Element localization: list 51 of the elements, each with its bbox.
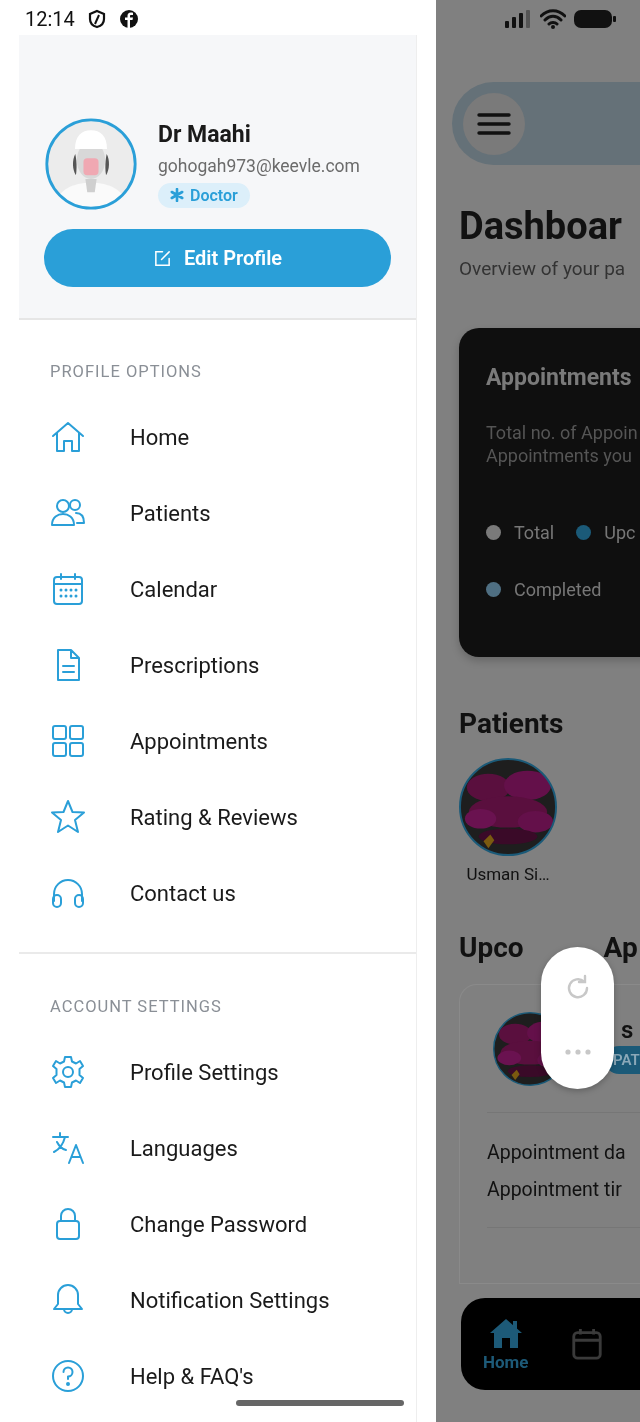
signal-icon	[504, 10, 532, 28]
card-description: Appointments you	[486, 444, 633, 467]
legend-label: Total	[514, 521, 555, 544]
appointment-detail: Appointment tir	[487, 1178, 623, 1201]
menu-item[interactable]: Help & FAQ's	[50, 1338, 416, 1414]
page-title: Dashboar	[459, 203, 622, 249]
user-name: Dr Maahi	[158, 120, 251, 149]
menu-item[interactable]: Notification Settings	[50, 1262, 416, 1338]
menu-item[interactable]: Prescriptions	[50, 627, 416, 703]
grid-icon	[50, 723, 86, 759]
menu-item[interactable]: Profile Settings	[50, 1034, 416, 1110]
menu-item[interactable]: Home	[50, 399, 416, 475]
calendar-icon	[50, 571, 86, 607]
user-email: gohogah973@keevle.com	[158, 154, 360, 177]
menu-item[interactable]: Appointments	[50, 703, 416, 779]
status-time: 12:14	[25, 6, 75, 32]
translate-icon	[50, 1130, 86, 1166]
battery-icon	[574, 9, 616, 29]
menu-item[interactable]: Patients	[50, 475, 416, 551]
asterisk-icon	[170, 188, 184, 202]
gear-icon	[50, 1054, 86, 1090]
patient-name: s	[621, 1016, 634, 1044]
menu-item[interactable]: Calendar	[50, 551, 416, 627]
shield-icon	[86, 9, 107, 29]
section-heading: Upco	[459, 931, 524, 964]
role-tag: Doctor	[158, 182, 250, 208]
menu-item[interactable]: Languages	[50, 1110, 416, 1186]
menu-item[interactable]: Rating & Reviews	[50, 779, 416, 855]
facebook-icon	[118, 9, 139, 29]
menu-icon	[477, 111, 511, 136]
card-description: Total no. of Appoin	[486, 421, 638, 444]
patient-item[interactable]: Usman Si…	[459, 758, 557, 884]
patient-name: Usman Si…	[466, 864, 550, 884]
legend-label: Upc	[604, 521, 636, 544]
menu-item[interactable]: Contact us	[50, 855, 416, 931]
section-heading: PROFILE OPTIONS	[50, 363, 203, 381]
menu-item[interactable]: Change Password	[50, 1186, 416, 1262]
wifi-icon	[540, 9, 566, 29]
page-subtitle: Overview of your pa	[459, 257, 626, 280]
card-title: Appointments	[486, 364, 632, 391]
more-icon[interactable]	[564, 1049, 591, 1055]
menu-button[interactable]	[463, 92, 525, 155]
edit-icon	[152, 248, 172, 268]
appointment-detail: Appointment da	[487, 1141, 627, 1164]
legend-label: Completed	[514, 578, 602, 601]
home-icon	[50, 419, 86, 455]
section-heading: Patients	[459, 707, 564, 740]
help-icon	[50, 1358, 86, 1394]
section-heading: ACCOUNT SETTINGS	[50, 998, 223, 1016]
star-icon	[50, 799, 86, 835]
section-heading: Ap	[603, 931, 638, 964]
